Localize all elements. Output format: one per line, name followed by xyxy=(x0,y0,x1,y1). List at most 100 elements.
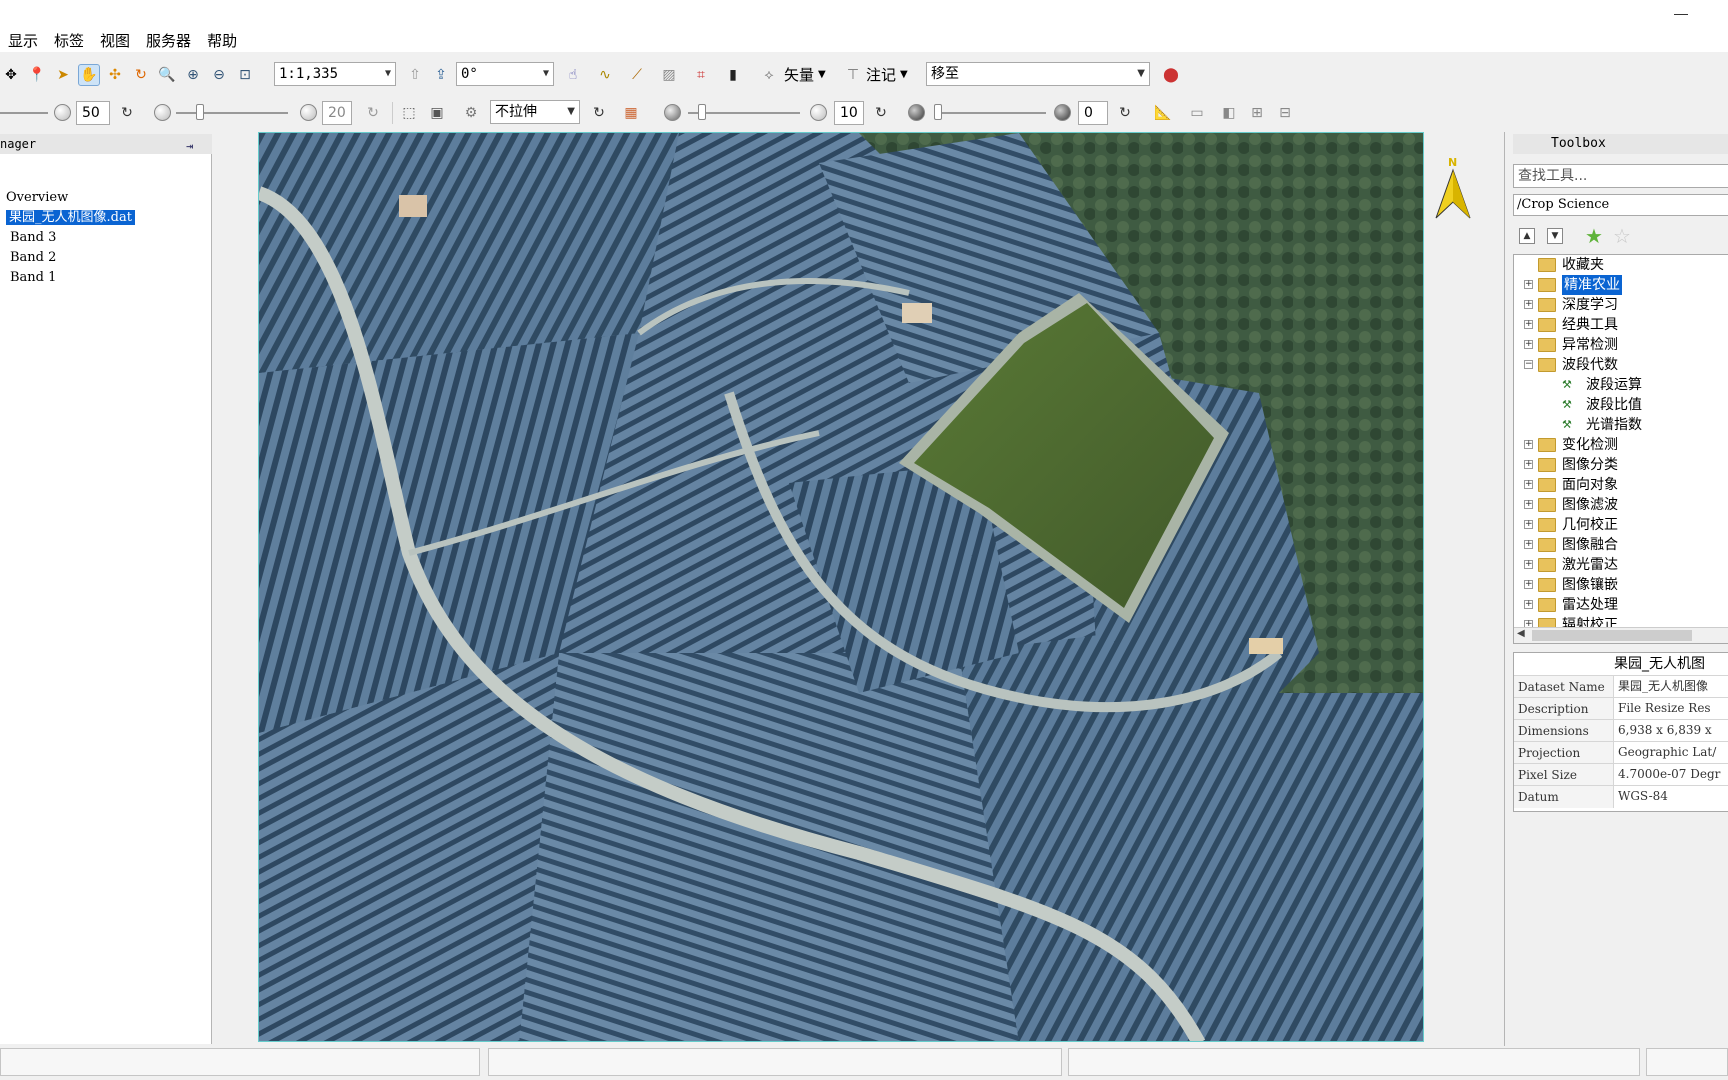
scroll-left-icon[interactable]: ◀ xyxy=(1517,628,1525,639)
view-split-icon[interactable]: ◧ xyxy=(1218,102,1240,124)
menu-help[interactable]: 帮助 xyxy=(199,30,245,52)
minimize-button[interactable] xyxy=(1670,4,1692,22)
annotation-menu[interactable]: 注记 xyxy=(866,64,896,86)
ruler-icon[interactable]: 📐 xyxy=(1152,102,1174,124)
brightness-slider[interactable] xyxy=(0,112,48,114)
toolbox-tree-item[interactable]: 收藏夹 xyxy=(1514,255,1728,275)
stretch-settings-icon[interactable]: ⚙ xyxy=(460,102,482,124)
expand-icon[interactable]: + xyxy=(1524,520,1533,529)
favorite-remove-icon[interactable]: ☆ xyxy=(1613,224,1631,248)
toolbox-tree-item[interactable]: ⚒ 波段运算 xyxy=(1514,375,1728,395)
expand-icon[interactable]: + xyxy=(1524,280,1533,289)
expand-icon[interactable]: + xyxy=(1524,500,1533,509)
toolbox-tree-item[interactable]: + 精准农业 xyxy=(1514,275,1728,295)
toolbox-tree-item[interactable]: + 变化检测 xyxy=(1514,435,1728,455)
zoom-box-icon[interactable]: ⬚ xyxy=(398,102,420,124)
contrast-input[interactable]: 20 xyxy=(322,101,352,125)
view-quad-icon[interactable]: ⊞ xyxy=(1246,102,1268,124)
toolbox-tree-item[interactable]: + 面向对象 xyxy=(1514,475,1728,495)
favorite-add-icon[interactable]: ★ xyxy=(1585,224,1603,248)
orchard-drone-image[interactable] xyxy=(258,132,1424,1042)
sharpen-input[interactable]: 10 xyxy=(834,101,864,125)
toolbox-tree-item[interactable]: + 图像镶嵌 xyxy=(1514,575,1728,595)
transparency-slider[interactable] xyxy=(934,112,1046,114)
zoom-icon[interactable]: 🔍 xyxy=(156,64,178,86)
expand-icon[interactable]: + xyxy=(1524,340,1533,349)
counter-icon[interactable]: ▮ xyxy=(722,64,744,86)
record-icon[interactable]: ⬤ xyxy=(1160,64,1182,86)
expand-icon[interactable]: + xyxy=(1524,480,1533,489)
zoom-in-icon[interactable]: ⊕ xyxy=(182,64,204,86)
toolbox-horizontal-scrollbar[interactable]: ◀ xyxy=(1514,627,1728,643)
rotation-combo[interactable]: 0° ▼ xyxy=(456,62,554,86)
transparency-slider-thumb[interactable] xyxy=(934,104,942,120)
expand-icon[interactable]: + xyxy=(1524,300,1533,309)
menu-label[interactable]: 标签 xyxy=(46,30,92,52)
expand-icon[interactable]: + xyxy=(1524,580,1533,589)
toolbox-tree-item[interactable]: + 图像滤波 xyxy=(1514,495,1728,515)
zoom-out-icon[interactable]: ⊖ xyxy=(208,64,230,86)
reset-icon[interactable]: ↻ xyxy=(362,102,384,124)
profile-icon[interactable]: ∿ xyxy=(594,64,616,86)
layer-band-2[interactable]: Band 2 xyxy=(0,248,210,268)
toolbox-tree-item[interactable]: + 图像融合 xyxy=(1514,535,1728,555)
view-single-icon[interactable]: ▭ xyxy=(1186,102,1208,124)
expand-all-icon[interactable]: ▼ xyxy=(1547,228,1563,244)
annotation-edit-icon[interactable]: ▨ xyxy=(658,64,680,86)
scale-combo[interactable]: 1:1,335 ▼ xyxy=(274,62,396,86)
layer-band-3[interactable]: Band 3 xyxy=(0,228,210,248)
color-table-icon[interactable]: ▦ xyxy=(620,102,642,124)
north-up-icon[interactable]: ⇪ xyxy=(430,64,452,86)
collapse-icon[interactable]: − xyxy=(1524,360,1533,369)
rotate-icon[interactable]: ↻ xyxy=(130,64,152,86)
toolbox-tree-item[interactable]: + 雷达处理 xyxy=(1514,595,1728,615)
collapse-all-icon[interactable]: ▲ xyxy=(1519,228,1535,244)
annotation-icon[interactable]: ⊤ xyxy=(842,64,864,86)
toolbox-tree-item[interactable]: + 经典工具 xyxy=(1514,315,1728,335)
toolbox-tree-item[interactable]: ⚒ 波段比值 xyxy=(1514,395,1728,415)
select-arrow-icon[interactable]: ➤ xyxy=(52,64,74,86)
reset-icon[interactable]: ↻ xyxy=(870,102,892,124)
hand-pan-icon[interactable]: ✋ xyxy=(78,64,100,86)
scrollbar-thumb[interactable] xyxy=(1532,630,1692,641)
expand-icon[interactable]: + xyxy=(1524,540,1533,549)
toolbox-tree-item[interactable]: + 几何校正 xyxy=(1514,515,1728,535)
goto-combo[interactable]: 移至 ▼ xyxy=(926,62,1150,86)
pan-arrows-icon[interactable]: ✥ xyxy=(0,64,22,86)
histogram-icon[interactable]: ▣ xyxy=(426,102,448,124)
expand-icon[interactable]: + xyxy=(1524,320,1533,329)
stretch-combo[interactable]: 不拉伸 ▼ xyxy=(490,100,580,124)
toolbox-search-input[interactable]: 查找工具... xyxy=(1513,164,1728,188)
contrast-slider-thumb[interactable] xyxy=(196,104,204,120)
expand-icon[interactable]: + xyxy=(1524,440,1533,449)
reset-icon[interactable]: ↻ xyxy=(116,102,138,124)
toolbox-tree-item[interactable]: + 深度学习 xyxy=(1514,295,1728,315)
toolbox-tree-item[interactable]: + 异常检测 xyxy=(1514,335,1728,355)
toolbox-tree-item[interactable]: − 波段代数 xyxy=(1514,355,1728,375)
menu-view[interactable]: 视图 xyxy=(92,30,138,52)
contrast-slider[interactable] xyxy=(176,112,288,114)
hand-tool-icon[interactable]: ☝ xyxy=(562,64,584,86)
toolbox-tree-item[interactable]: + 激光雷达 xyxy=(1514,555,1728,575)
expand-icon[interactable]: + xyxy=(1524,600,1533,609)
toolbox-tree-item[interactable]: ⚒ 光谱指数 xyxy=(1514,415,1728,435)
reset-icon[interactable]: ↻ xyxy=(1114,102,1136,124)
transparency-input[interactable]: 0 xyxy=(1078,101,1108,125)
measure-icon[interactable]: ⟋ xyxy=(626,64,648,86)
layer-band-1[interactable]: Band 1 xyxy=(0,268,210,288)
refresh-icon[interactable]: ↻ xyxy=(588,102,610,124)
menu-display[interactable]: 显示 xyxy=(0,30,46,52)
vector-icon[interactable]: ⟡ xyxy=(758,64,780,86)
menu-server[interactable]: 服务器 xyxy=(138,30,199,52)
view-link-icon[interactable]: ⊟ xyxy=(1274,102,1296,124)
sharpen-slider-thumb[interactable] xyxy=(698,104,706,120)
layer-dataset[interactable]: 果园_无人机图像.dat xyxy=(0,208,210,228)
vector-menu[interactable]: 矢量 xyxy=(784,64,814,86)
move-icon[interactable]: ✣ xyxy=(104,64,126,86)
back-icon[interactable]: ⇧ xyxy=(404,64,426,86)
expand-icon[interactable]: + xyxy=(1524,560,1533,569)
expand-icon[interactable]: + xyxy=(1524,460,1533,469)
roi-icon[interactable]: ⌗ xyxy=(690,64,712,86)
layer-overview[interactable]: Overview xyxy=(0,188,210,208)
zoom-extent-icon[interactable]: ⊡ xyxy=(234,64,256,86)
